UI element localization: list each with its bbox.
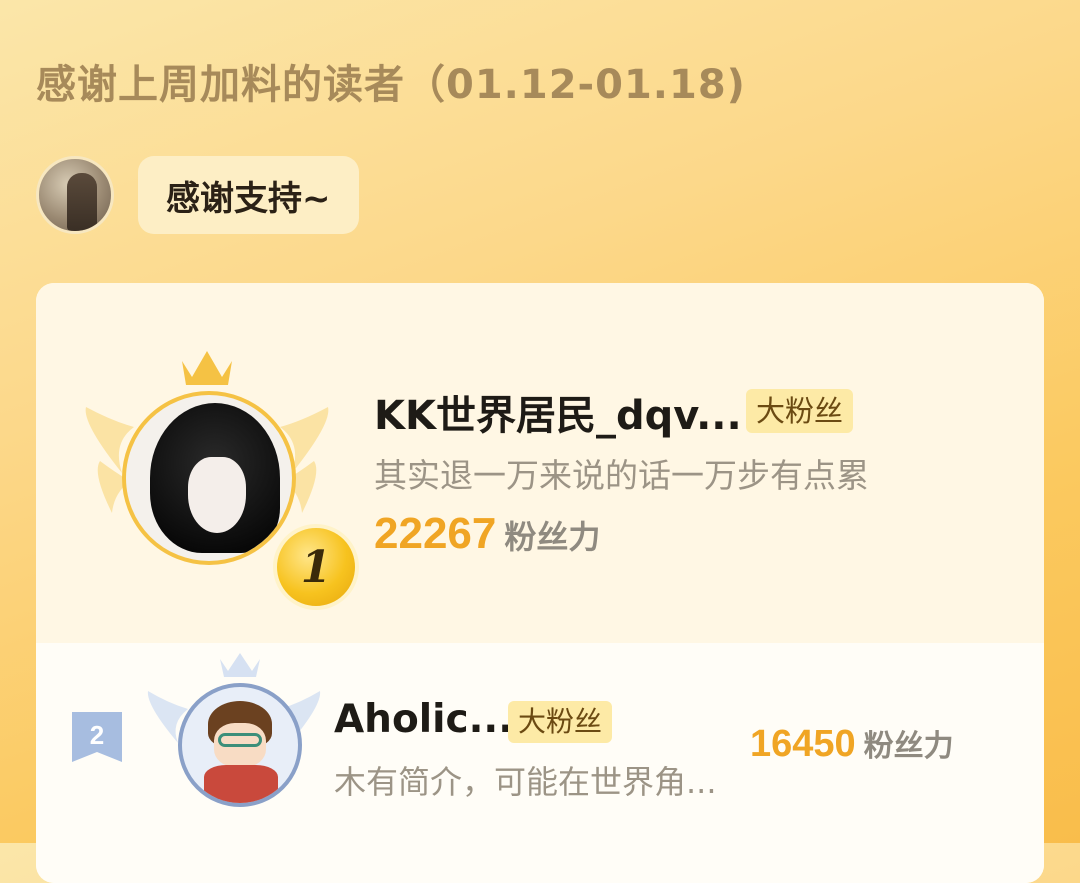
ranking-item-2[interactable]: 2 Aholic... 大粉丝 木有简介，可能在世界角... 16450 粉丝力: [36, 643, 1044, 883]
user-name[interactable]: KK世界居民_dqv...: [374, 383, 742, 441]
page-title: 感谢上周加料的读者（01.12-01.18): [36, 62, 746, 108]
fan-power-unit: 粉丝力: [504, 518, 601, 556]
user-name[interactable]: Aholic...: [334, 697, 513, 742]
user-avatar[interactable]: [122, 391, 296, 565]
ranking-item-1[interactable]: 1 KK世界居民_dqv... 大粉丝 其实退一万来说的话一万步有点累 2226…: [36, 283, 1044, 643]
fan-power-score: 16450 粉丝力: [750, 721, 954, 766]
rank-number: 2: [90, 720, 104, 750]
fan-power-value: 22267: [374, 509, 497, 558]
fan-level-badge: 大粉丝: [746, 389, 854, 433]
rank-medal-gold: 1: [273, 524, 359, 610]
author-avatar[interactable]: [36, 156, 114, 234]
user-bio: 其实退一万来说的话一万步有点累: [374, 456, 869, 495]
gold-avatar-frame: 1: [82, 343, 359, 610]
author-speech-bubble: 感谢支持~: [138, 156, 359, 234]
user-bio: 木有简介，可能在世界角...: [334, 763, 717, 801]
silver-avatar-frame: [144, 653, 324, 813]
user-avatar[interactable]: [178, 683, 302, 807]
fan-power-unit: 粉丝力: [863, 729, 954, 764]
rank-flag-icon: 2: [72, 712, 122, 762]
fan-power-score: 22267 粉丝力: [374, 509, 600, 559]
fan-power-value: 16450: [750, 723, 856, 765]
fan-level-badge: 大粉丝: [508, 701, 613, 743]
fan-ranking-card: 1 KK世界居民_dqv... 大粉丝 其实退一万来说的话一万步有点累 2226…: [36, 283, 1044, 883]
